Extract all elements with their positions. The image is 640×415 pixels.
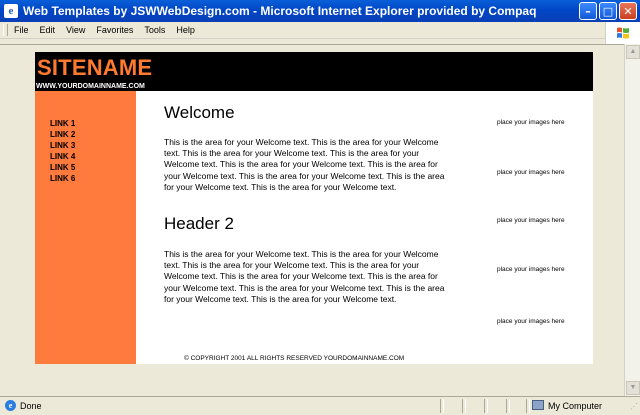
page-status-icon: e: [5, 400, 16, 411]
my-computer-icon: [532, 400, 544, 410]
header2-text: This is the area for your Welcome text. …: [164, 249, 445, 304]
main-content: Welcome This is the area for your Welcom…: [136, 91, 593, 364]
menu-view[interactable]: View: [66, 25, 85, 35]
menu-tools[interactable]: Tools: [144, 25, 165, 35]
close-button[interactable]: ✕: [619, 2, 637, 20]
toolbar-grip[interactable]: [3, 24, 8, 36]
image-placeholder: place your images here: [497, 169, 565, 176]
site-header: SITENAME WWW.YOURDOMAINNAME.COM: [35, 52, 593, 91]
maximize-button[interactable]: □: [599, 2, 617, 20]
copyright-notice: © COPYRIGHT 2001 ALL RIGHTS RESERVED YOU…: [184, 355, 405, 362]
welcome-heading: Welcome: [164, 103, 235, 122]
resize-grip-icon[interactable]: ⋰: [630, 402, 638, 411]
menu-bar: File Edit View Favorites Tools Help: [0, 22, 640, 39]
nav-link-1[interactable]: LINK 1: [50, 118, 75, 129]
site-domain: WWW.YOURDOMAINNAME.COM: [36, 83, 145, 90]
nav-link-4[interactable]: LINK 4: [50, 151, 75, 162]
vertical-scrollbar[interactable]: ▲ ▼: [624, 44, 640, 396]
image-placeholder: place your images here: [497, 119, 565, 126]
nav-link-5[interactable]: LINK 5: [50, 162, 75, 173]
header2-heading: Header 2: [164, 214, 234, 233]
nav-link-2[interactable]: LINK 2: [50, 129, 75, 140]
status-divider: [484, 399, 488, 413]
ie-icon: e: [4, 4, 18, 18]
status-divider: [440, 399, 444, 413]
nav-links: LINK 1 LINK 2 LINK 3 LINK 4 LINK 5 LINK …: [50, 118, 75, 184]
security-zone: My Computer: [548, 401, 603, 411]
image-placeholder: place your images here: [497, 318, 565, 325]
status-divider: [462, 399, 466, 413]
minimize-button[interactable]: –: [579, 2, 597, 20]
windows-logo-icon: [605, 22, 640, 44]
menu-help[interactable]: Help: [176, 25, 195, 35]
status-divider: [526, 399, 530, 413]
nav-link-6[interactable]: LINK 6: [50, 173, 75, 184]
image-placeholder: place your images here: [497, 217, 565, 224]
scroll-down-arrow-icon[interactable]: ▼: [626, 381, 640, 395]
browser-viewport: SITENAME WWW.YOURDOMAINNAME.COM LINK 1 L…: [0, 44, 624, 397]
menu-edit[interactable]: Edit: [40, 25, 56, 35]
site-name: SITENAME: [37, 55, 153, 80]
image-placeholder: place your images here: [497, 266, 565, 273]
window-title: Web Templates by JSWWebDesign.com - Micr…: [23, 4, 537, 18]
status-text: Done: [20, 401, 42, 411]
title-bar[interactable]: e Web Templates by JSWWebDesign.com - Mi…: [0, 0, 640, 22]
menu-favorites[interactable]: Favorites: [96, 25, 133, 35]
welcome-text: This is the area for your Welcome text. …: [164, 137, 445, 192]
sidebar: LINK 1 LINK 2 LINK 3 LINK 4 LINK 5 LINK …: [35, 91, 136, 364]
status-divider: [506, 399, 510, 413]
nav-link-3[interactable]: LINK 3: [50, 140, 75, 151]
status-bar: e Done My Computer ⋰: [0, 396, 640, 415]
scroll-up-arrow-icon[interactable]: ▲: [626, 45, 640, 59]
menu-file[interactable]: File: [14, 25, 29, 35]
